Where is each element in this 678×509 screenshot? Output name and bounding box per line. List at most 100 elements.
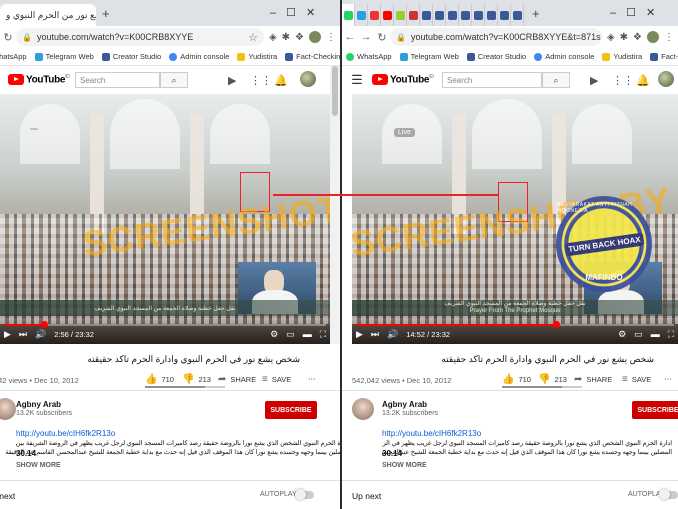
- tab-facebook-7[interactable]: [498, 4, 511, 26]
- extension-icon[interactable]: ◈: [607, 32, 615, 43]
- notifications-bell-icon[interactable]: 🔔: [274, 74, 288, 87]
- play-icon[interactable]: ▶: [356, 329, 363, 340]
- more-actions-icon[interactable]: ⋯: [664, 374, 672, 383]
- subscribe-button[interactable]: SUBSCRIBE: [632, 401, 678, 419]
- apps-grid-icon[interactable]: ⋮⋮: [612, 74, 634, 87]
- dislike-button[interactable]: 👎 213: [182, 374, 211, 385]
- play-icon[interactable]: ▶: [4, 329, 11, 340]
- new-tab-icon[interactable]: +: [102, 6, 110, 21]
- bookmark-fact-checking[interactable]: Fact-Checking: [650, 52, 678, 61]
- account-avatar[interactable]: [658, 71, 674, 87]
- channel-avatar[interactable]: [0, 398, 16, 420]
- window-controls[interactable]: –☐✕: [610, 6, 665, 19]
- tab-telegram[interactable]: [355, 4, 368, 26]
- tab-facebook-8[interactable]: [511, 4, 524, 26]
- create-video-icon[interactable]: ▶: [228, 74, 236, 87]
- bookmark-yudistira[interactable]: Yudistira: [237, 52, 277, 61]
- like-button[interactable]: 👍 710: [502, 374, 531, 385]
- omnibox[interactable]: 🔒 youtube.com/watch?v=K00CRB8XYYE&t=871s…: [390, 28, 602, 46]
- tab-active[interactable]: شخص يشع نور من الحرم النبوي و... ✕: [0, 4, 96, 26]
- volume-icon[interactable]: 🔊: [387, 329, 398, 340]
- save-button[interactable]: ≡ SAVE: [622, 374, 651, 385]
- next-icon[interactable]: ⏭: [19, 329, 27, 340]
- menu-dots-icon[interactable]: ⋮: [326, 32, 336, 43]
- tab-facebook-1[interactable]: [420, 4, 433, 26]
- progress-bar[interactable]: [356, 321, 674, 328]
- bookmark-admin-console[interactable]: Admin console: [534, 52, 594, 61]
- bookmark-creator-studio[interactable]: Creator Studio: [466, 52, 526, 61]
- fullscreen-icon[interactable]: ⛶: [320, 329, 326, 340]
- theater-mode-icon[interactable]: ▬: [303, 329, 312, 339]
- bookmark-whatsapp[interactable]: WhatsApp: [346, 52, 392, 61]
- channel-avatar[interactable]: [352, 398, 374, 420]
- video-player[interactable]: SCREENSHOT BY نقل حفل خطبة وصلاة الجمعة …: [0, 94, 330, 344]
- miniplayer-icon[interactable]: ▭: [286, 329, 295, 340]
- show-more-button[interactable]: SHOW MORE: [16, 462, 61, 469]
- bookmark-telegram[interactable]: Telegram Web: [399, 52, 459, 61]
- like-button[interactable]: 👍 710: [145, 374, 174, 385]
- tab-facebook-4[interactable]: [459, 4, 472, 26]
- search-input[interactable]: Search: [75, 72, 160, 88]
- bookmark-telegram[interactable]: Telegram Web: [34, 52, 94, 61]
- tab-facebook-5[interactable]: [472, 4, 485, 26]
- search-button[interactable]: ⌕: [160, 72, 188, 88]
- apps-grid-icon[interactable]: ⋮⋮: [250, 74, 272, 87]
- star-icon[interactable]: ☆: [601, 31, 602, 44]
- tab-arabic[interactable]: [407, 4, 420, 26]
- window-controls[interactable]: –☐✕: [270, 6, 325, 19]
- menu-dots-icon[interactable]: ⋮: [664, 32, 674, 43]
- description-link[interactable]: http://youtu.be/cIH6fk2R13o: [16, 429, 115, 438]
- autoplay-toggle[interactable]: [659, 489, 678, 500]
- tab-facebook-2[interactable]: [433, 4, 446, 26]
- hamburger-menu-icon[interactable]: ☰: [348, 72, 366, 88]
- back-icon[interactable]: ←: [342, 31, 358, 43]
- channel-name[interactable]: Agbny Arab: [382, 400, 427, 409]
- description-link[interactable]: http://youtu.be/cIH6fk2R13o: [382, 429, 481, 438]
- extension-icon[interactable]: ◈: [269, 32, 277, 43]
- bookmark-creator-studio[interactable]: Creator Studio: [101, 52, 161, 61]
- show-more-button[interactable]: SHOW MORE: [382, 462, 427, 469]
- tab-facebook-6[interactable]: [485, 4, 498, 26]
- miniplayer-icon[interactable]: ▭: [634, 329, 643, 340]
- channel-name[interactable]: Agbny Arab: [16, 400, 61, 409]
- more-actions-icon[interactable]: ⋯: [308, 374, 316, 383]
- account-avatar[interactable]: [300, 71, 316, 87]
- youtube-logo[interactable]: YouTubeID: [372, 74, 434, 86]
- next-icon[interactable]: ⏭: [371, 329, 379, 340]
- save-button[interactable]: ≡ SAVE: [262, 374, 291, 385]
- progress-bar[interactable]: [4, 321, 326, 328]
- notifications-bell-icon[interactable]: 🔔: [636, 74, 650, 87]
- puzzle-icon[interactable]: ✱: [620, 32, 628, 43]
- share-button[interactable]: ➦ SHARE: [218, 374, 256, 385]
- tab-te[interactable]: [368, 4, 381, 26]
- tab-youtube-active[interactable]: [381, 4, 394, 26]
- tab-facebook-3[interactable]: [446, 4, 459, 26]
- settings-gear-icon[interactable]: ⚙: [618, 329, 626, 340]
- volume-icon[interactable]: 🔊: [35, 329, 46, 340]
- extension-icon-2[interactable]: ❖: [633, 32, 642, 43]
- fullscreen-icon[interactable]: ⛶: [668, 329, 674, 340]
- bookmark-whatsapp[interactable]: WhatsApp: [0, 52, 27, 61]
- tab-generic[interactable]: [394, 4, 407, 26]
- search-button[interactable]: ⌕: [542, 72, 570, 88]
- profile-avatar[interactable]: [309, 31, 321, 43]
- omnibox[interactable]: 🔒 youtube.com/watch?v=K00CRB8XYYE ☆: [16, 28, 264, 46]
- settings-gear-icon[interactable]: ⚙: [270, 329, 278, 340]
- star-icon[interactable]: ☆: [248, 31, 258, 44]
- tab-whatsapp[interactable]: [342, 4, 355, 26]
- create-video-icon[interactable]: ▶: [590, 74, 598, 87]
- search-input[interactable]: Search: [442, 72, 542, 88]
- new-tab-icon[interactable]: +: [532, 6, 540, 21]
- subscribe-button[interactable]: SUBSCRIBE: [265, 401, 317, 419]
- extension-icon-2[interactable]: ❖: [295, 32, 304, 43]
- bookmark-fact-checking[interactable]: Fact-Checking: [285, 52, 340, 61]
- dislike-button[interactable]: 👎 213: [538, 374, 567, 385]
- bookmark-admin-console[interactable]: Admin console: [169, 52, 229, 61]
- puzzle-icon[interactable]: ✱: [282, 32, 290, 43]
- reload-icon[interactable]: ↻: [0, 31, 16, 44]
- reload-icon[interactable]: ↻: [374, 31, 390, 44]
- bookmark-yudistira[interactable]: Yudistira: [602, 52, 642, 61]
- autoplay-toggle[interactable]: [295, 489, 314, 500]
- youtube-logo[interactable]: YouTubeID: [8, 74, 70, 86]
- profile-avatar[interactable]: [647, 31, 659, 43]
